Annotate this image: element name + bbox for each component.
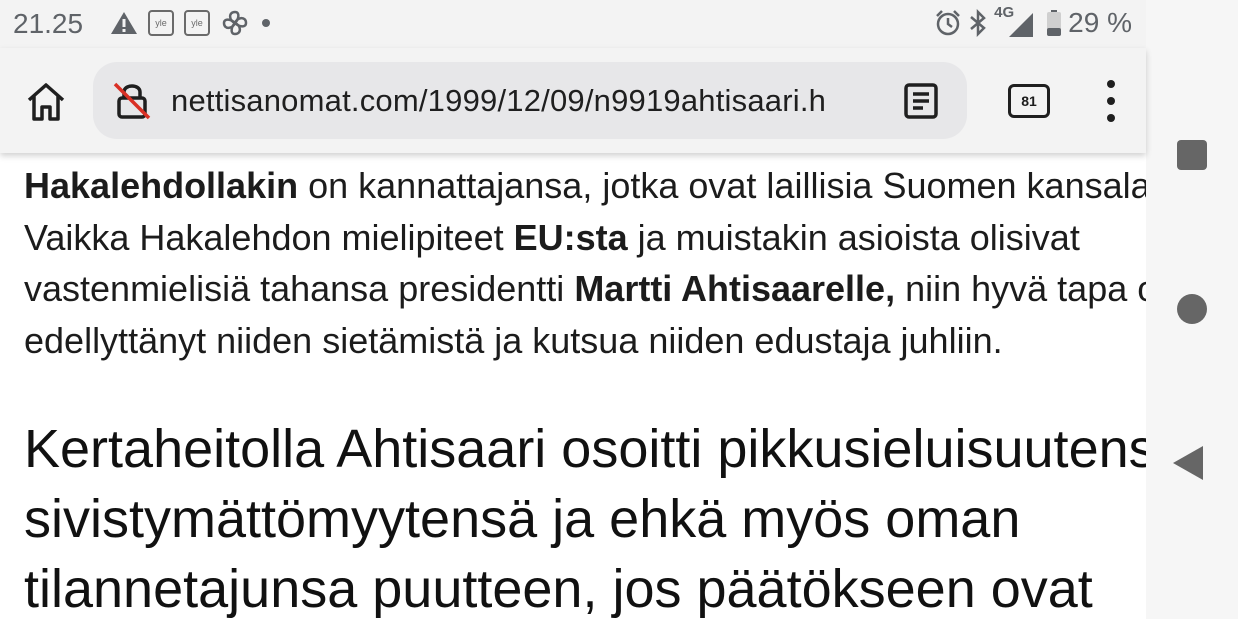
- text-line: vastenmielisiä tahansa presidentti Martt…: [24, 268, 1146, 309]
- signal-icon: [1009, 13, 1034, 37]
- system-status-icons: 4G 29 %: [934, 4, 1132, 40]
- yle-icon: yle: [148, 10, 174, 36]
- pull-quote-line: tilannetajunsa puutteen, jos päätökseen …: [24, 559, 1093, 619]
- notification-icons: yle yle: [110, 8, 272, 38]
- battery-icon: [1047, 10, 1062, 36]
- status-bar: 21.25 yle yle 4G 29 %: [0, 0, 1146, 48]
- pull-quote-line: sivistymättömyytensä ja ehkä myös oman: [24, 489, 1021, 549]
- text-line: Vaikka Hakalehdon mielipiteet EU:sta ja …: [24, 216, 1080, 258]
- home-icon[interactable]: [22, 78, 70, 126]
- reader-mode-icon[interactable]: [903, 82, 939, 120]
- text-line: Hakalehdollakin on kannattajansa, jotka …: [24, 165, 1146, 206]
- back-button[interactable]: [1173, 446, 1203, 480]
- address-bar[interactable]: nettisanomat.com/1999/12/09/n9919ahtisaa…: [93, 62, 967, 139]
- yle-icon: yle: [184, 10, 210, 36]
- signal-group: 4G: [994, 4, 1040, 40]
- warning-icon: [111, 12, 137, 34]
- more-options-icon[interactable]: [1098, 78, 1124, 124]
- recents-button[interactable]: [1177, 140, 1207, 170]
- tab-count: 81: [1021, 93, 1037, 109]
- pull-quote: Kertaheitolla Ahtisaari osoitti pikkusie…: [24, 414, 1146, 619]
- bold-link-eusta[interactable]: EU:sta: [514, 217, 628, 258]
- fan-icon: [222, 10, 248, 36]
- dot-icon: [262, 19, 270, 27]
- status-time: 21.25: [13, 8, 84, 39]
- browser-toolbar: nettisanomat.com/1999/12/09/n9919ahtisaa…: [0, 48, 1146, 153]
- bold-link-ahtisaarelle[interactable]: Martti Ahtisaarelle,: [574, 268, 895, 309]
- article-paragraph: Hakalehdollakin on kannattajansa, jotka …: [24, 160, 1146, 366]
- insecure-lock-icon[interactable]: [111, 80, 153, 122]
- text-line: edellyttänyt niiden sietämistä ja kutsua…: [24, 319, 1003, 361]
- system-navigation-bar: [1146, 0, 1238, 619]
- bluetooth-icon: [970, 9, 987, 37]
- home-button[interactable]: [1177, 294, 1207, 324]
- tab-switcher-button[interactable]: 81: [1008, 84, 1050, 118]
- pull-quote-line: Kertaheitolla Ahtisaari osoitti pikkusie…: [24, 419, 1146, 479]
- article-content: Hakalehdollakin on kannattajansa, jotka …: [24, 152, 1146, 619]
- url-text[interactable]: nettisanomat.com/1999/12/09/n9919ahtisaa…: [171, 83, 871, 119]
- bold-link-hakalehdollakin[interactable]: Hakalehdollakin: [24, 165, 298, 206]
- alarm-icon: [936, 10, 961, 36]
- battery-percent: 29 %: [1068, 7, 1132, 38]
